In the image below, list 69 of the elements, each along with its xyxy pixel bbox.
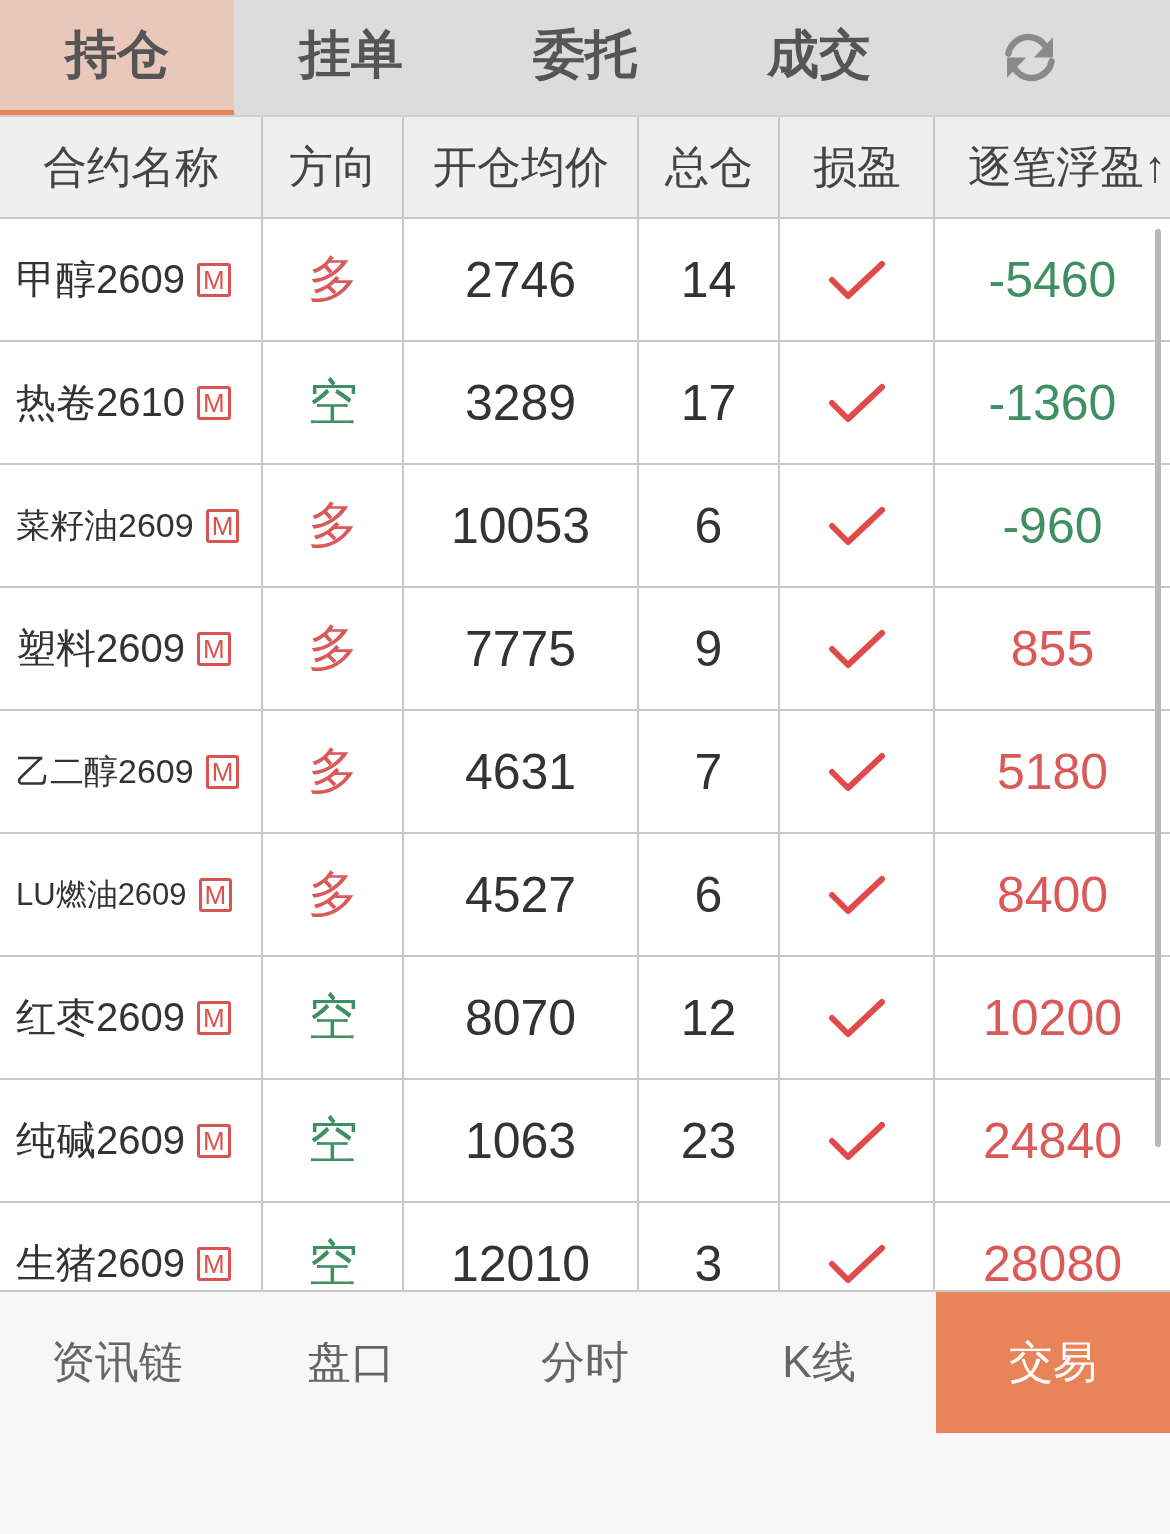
floating-pnl: 8400 xyxy=(996,865,1109,924)
contract-name: 热卷2610 xyxy=(16,379,185,426)
total-position: 12 xyxy=(680,988,737,1047)
contract-name: 菜籽油2609 xyxy=(16,504,194,546)
nav-tab[interactable]: 盘口 xyxy=(234,1292,468,1433)
average-price: 4631 xyxy=(464,742,577,801)
floating-pnl: 855 xyxy=(1010,619,1095,678)
contract-name: 塑料2609 xyxy=(16,625,185,672)
tab[interactable]: 持仓 xyxy=(0,0,234,115)
contract-badge: M xyxy=(197,262,231,297)
direction-text: 多 xyxy=(307,250,358,309)
contract-name: 生猪2609 xyxy=(16,1240,185,1287)
total-position: 23 xyxy=(680,1111,737,1170)
column-header[interactable]: 开仓均价 xyxy=(432,137,609,197)
column-header[interactable]: 逐笔浮盈↑ xyxy=(968,137,1166,197)
floating-pnl: -960 xyxy=(1002,496,1103,555)
contract-name: 乙二醇2609 xyxy=(16,750,194,792)
average-price: 4527 xyxy=(464,865,577,924)
contract-name: 纯碱2609 xyxy=(16,1117,185,1164)
contract-badge: M xyxy=(205,508,240,543)
contract-badge: M xyxy=(197,1123,231,1158)
contract-name: LU燃油2609 xyxy=(16,875,187,914)
total-position: 14 xyxy=(680,250,737,309)
direction-text: 空 xyxy=(307,988,358,1047)
contract-badge: M xyxy=(198,877,233,912)
average-price: 7775 xyxy=(464,619,577,678)
direction-text: 空 xyxy=(307,1234,358,1290)
total-position: 17 xyxy=(680,373,737,432)
average-price: 3289 xyxy=(464,373,577,432)
column-header[interactable]: 总仓 xyxy=(664,137,753,197)
direction-text: 多 xyxy=(307,619,358,678)
column-header[interactable]: 方向 xyxy=(288,137,377,197)
contract-name: 甲醇2609 xyxy=(16,256,185,303)
total-position: 7 xyxy=(694,742,723,801)
nav-tab[interactable]: 分时 xyxy=(468,1292,702,1433)
total-position: 6 xyxy=(694,865,723,924)
average-price: 8070 xyxy=(464,988,577,1047)
tab[interactable]: 委托 xyxy=(468,0,702,115)
average-price: 2746 xyxy=(464,250,577,309)
tab[interactable]: 成交 xyxy=(702,0,936,115)
direction-text: 多 xyxy=(307,865,358,924)
average-price: 10053 xyxy=(450,496,590,555)
direction-text: 多 xyxy=(307,496,358,555)
average-price: 12010 xyxy=(450,1234,590,1290)
floating-pnl: -1360 xyxy=(988,373,1117,432)
contract-badge: M xyxy=(197,1000,231,1035)
contract-badge: M xyxy=(205,754,240,789)
average-price: 1063 xyxy=(464,1111,577,1170)
direction-text: 空 xyxy=(307,1111,358,1170)
contract-badge: M xyxy=(197,1246,231,1281)
refresh-icon[interactable] xyxy=(1002,32,1058,83)
total-position: 9 xyxy=(694,619,723,678)
floating-pnl: 28080 xyxy=(982,1234,1122,1290)
floating-pnl: 5180 xyxy=(996,742,1109,801)
contract-name: 红枣2609 xyxy=(16,994,185,1041)
nav-tab[interactable]: K线 xyxy=(702,1292,936,1433)
contract-badge: M xyxy=(197,385,231,420)
tab[interactable]: 挂单 xyxy=(234,0,468,115)
contract-badge: M xyxy=(197,631,231,666)
column-header[interactable]: 损盈 xyxy=(812,137,901,197)
total-position: 3 xyxy=(694,1234,723,1290)
floating-pnl: -5460 xyxy=(988,250,1117,309)
floating-pnl: 10200 xyxy=(982,988,1122,1047)
direction-text: 多 xyxy=(307,742,358,801)
column-header[interactable]: 合约名称 xyxy=(42,137,219,197)
nav-tab[interactable]: 资讯链 xyxy=(0,1292,234,1433)
floating-pnl: 24840 xyxy=(982,1111,1122,1170)
direction-text: 空 xyxy=(307,373,358,432)
total-position: 6 xyxy=(694,496,723,555)
